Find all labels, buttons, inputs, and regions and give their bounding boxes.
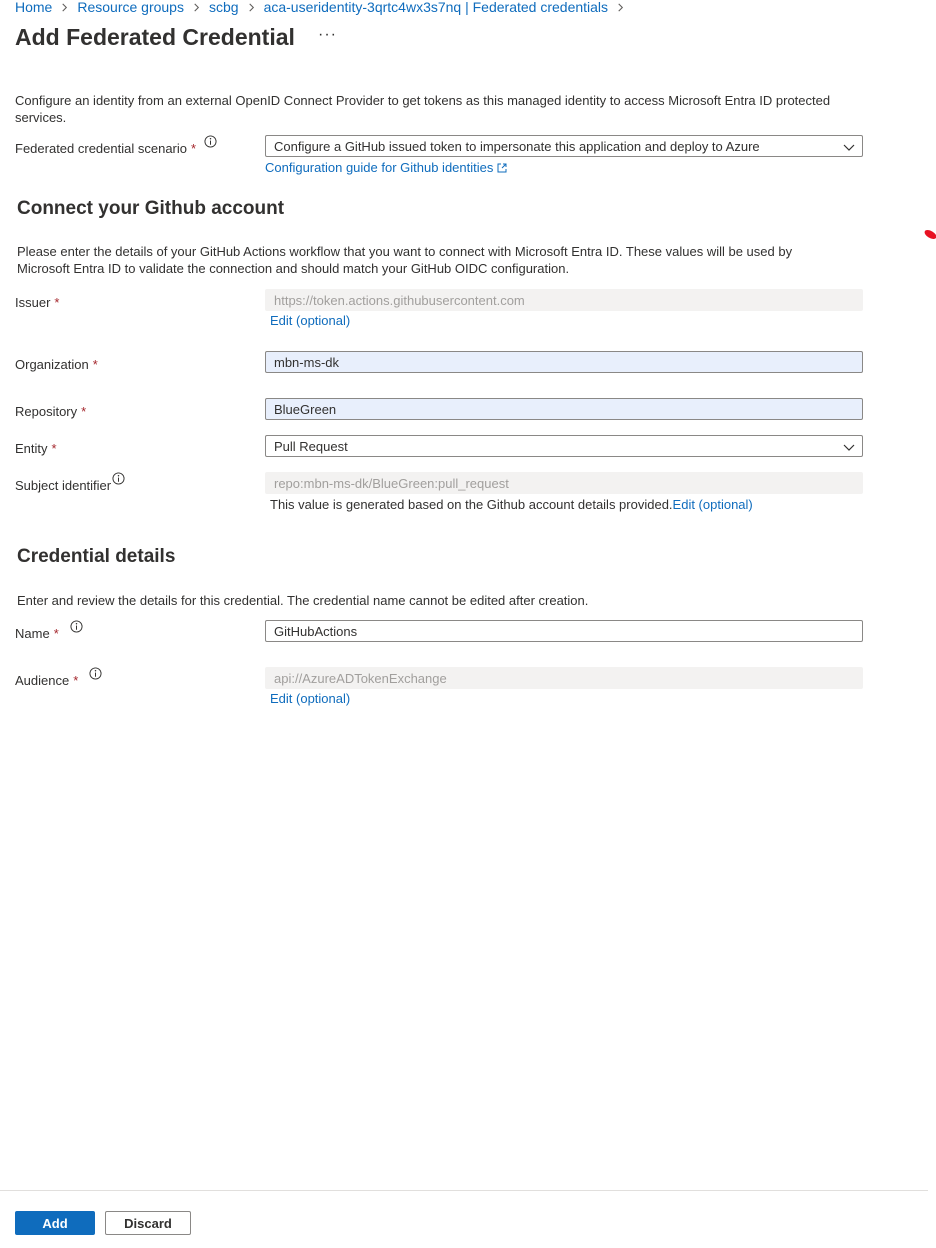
- page-description: Configure an identity from an external O…: [15, 93, 831, 125]
- breadcrumb-federated-credentials[interactable]: aca-useridentity-3qrtc4wx3s7nq | Federat…: [264, 0, 608, 15]
- config-guide-link-text[interactable]: Configuration guide for Github identitie…: [265, 160, 493, 175]
- credential-section-title: Credential details: [17, 546, 176, 567]
- audience-field: api://AzureADTokenExchange: [265, 667, 863, 689]
- chevron-down-icon: [843, 444, 855, 451]
- external-link-icon: [497, 163, 507, 172]
- required-marker: *: [53, 626, 59, 641]
- breadcrumb-home[interactable]: Home: [15, 0, 52, 15]
- page-title: Add Federated Credential: [15, 24, 295, 50]
- entity-label: Entity *: [15, 441, 57, 456]
- breadcrumb: Home Resource groups scbg aca-useridenti…: [15, 0, 633, 16]
- name-input[interactable]: GitHubActions: [265, 620, 863, 642]
- required-marker: *: [73, 673, 79, 688]
- issuer-label: Issuer *: [15, 295, 60, 310]
- discard-button[interactable]: Discard: [105, 1211, 191, 1235]
- subject-edit-link[interactable]: Edit (optional): [673, 497, 753, 512]
- add-button[interactable]: Add: [15, 1211, 95, 1235]
- chevron-right-icon: [616, 3, 625, 12]
- github-section-title: Connect your Github account: [17, 198, 285, 219]
- repository-label: Repository *: [15, 404, 87, 419]
- subject-helper: This value is generated based on the Git…: [270, 497, 753, 512]
- scenario-dropdown[interactable]: Configure a GitHub issued token to imper…: [265, 135, 863, 157]
- info-icon[interactable]: [112, 472, 125, 485]
- required-marker: *: [51, 441, 57, 456]
- info-icon[interactable]: [89, 667, 102, 680]
- scenario-label: Federated credential scenario *: [15, 141, 197, 156]
- issuer-field: https://token.actions.githubusercontent.…: [265, 289, 863, 311]
- credential-description: Enter and review the details for this cr…: [17, 593, 589, 608]
- info-icon[interactable]: [70, 620, 83, 633]
- scenario-value: Configure a GitHub issued token to imper…: [274, 138, 760, 154]
- chevron-right-icon: [192, 3, 201, 12]
- subject-field: repo:mbn-ms-dk/BlueGreen:pull_request: [265, 472, 863, 494]
- info-icon[interactable]: [204, 135, 217, 148]
- issuer-edit-link[interactable]: Edit (optional): [270, 313, 350, 328]
- github-description: Please enter the details of your GitHub …: [17, 244, 793, 276]
- repository-input[interactable]: BlueGreen: [265, 398, 863, 420]
- name-label: Name *: [15, 626, 59, 641]
- config-guide-link[interactable]: Configuration guide for Github identitie…: [265, 160, 507, 175]
- breadcrumb-resource-groups[interactable]: Resource groups: [77, 0, 184, 15]
- required-marker: *: [191, 141, 197, 156]
- subject-label: Subject identifier: [15, 478, 112, 493]
- required-marker: *: [81, 404, 87, 419]
- breadcrumb-scbg[interactable]: scbg: [209, 0, 239, 15]
- organization-input[interactable]: mbn-ms-dk: [265, 351, 863, 373]
- audience-edit-link[interactable]: Edit (optional): [270, 691, 350, 706]
- more-options-button[interactable]: ···: [318, 27, 337, 43]
- organization-label: Organization *: [15, 357, 98, 372]
- chevron-down-icon: [843, 144, 855, 151]
- required-marker: *: [54, 295, 60, 310]
- chevron-right-icon: [60, 3, 69, 12]
- footer-divider: [0, 1190, 928, 1191]
- chevron-right-icon: [247, 3, 256, 12]
- entity-dropdown[interactable]: Pull Request: [265, 435, 863, 457]
- red-mark: [923, 228, 936, 241]
- audience-label: Audience *: [15, 673, 79, 688]
- required-marker: *: [92, 357, 98, 372]
